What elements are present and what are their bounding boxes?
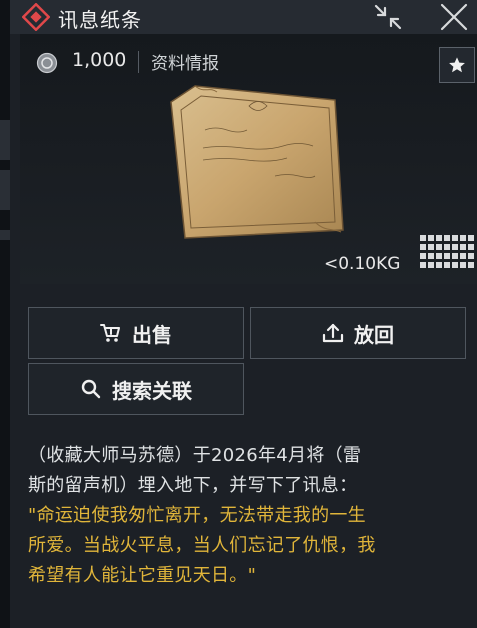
divider: [138, 51, 139, 73]
item-detail-panel: 讯息纸条 1,000 资料情报 <0.10KG 出售 放回 搜索关联 （收藏大师…: [10, 0, 477, 628]
diamond-logo-icon: [22, 3, 50, 31]
cart-sell-icon: [100, 324, 120, 342]
close-icon[interactable]: [438, 2, 470, 32]
description-quote-line: "命运迫使我匆忙离开，无法带走我的一生: [28, 505, 366, 526]
item-price: 1,000: [72, 49, 127, 71]
star-icon: [449, 57, 465, 73]
window-title: 讯息纸条: [58, 8, 142, 32]
item-preview: 1,000 资料情报 <0.10KG: [20, 34, 477, 284]
background-slot: [0, 170, 10, 210]
description-line: （收藏大师马苏德）于2026年4月将（雷: [28, 445, 362, 466]
search-icon: [81, 379, 101, 399]
item-weight: <0.10KG: [324, 254, 401, 274]
return-label: 放回: [354, 322, 394, 347]
old-paper-note-image: [170, 85, 344, 239]
sell-button[interactable]: 出售: [28, 307, 244, 359]
collapse-icon[interactable]: [372, 2, 404, 32]
item-description: （收藏大师马苏德）于2026年4月将（雷 斯的留声机）埋入地下，并写下了讯息： …: [28, 441, 473, 591]
return-button[interactable]: 放回: [250, 307, 466, 359]
item-category: 资料情报: [151, 54, 219, 74]
background-slot: [0, 120, 10, 160]
inventory-grid-icon: [420, 235, 474, 268]
favorite-button[interactable]: [439, 47, 475, 83]
search-related-button[interactable]: 搜索关联: [28, 363, 244, 415]
upload-return-icon: [322, 323, 344, 343]
search-related-label: 搜索关联: [112, 378, 192, 403]
description-line: 斯的留声机）埋入地下，并写下了讯息：: [28, 475, 358, 496]
description-quote-line: 所爱。当战火平息，当人们忘记了仇恨，我: [28, 535, 376, 556]
sell-label: 出售: [132, 322, 172, 347]
background-slot: [0, 230, 10, 240]
background-app-strip: [0, 0, 10, 628]
description-quote-line: 希望有人能让它重见天日。": [28, 565, 257, 586]
coin-icon: [36, 52, 58, 74]
title-bar: 讯息纸条: [10, 0, 477, 34]
